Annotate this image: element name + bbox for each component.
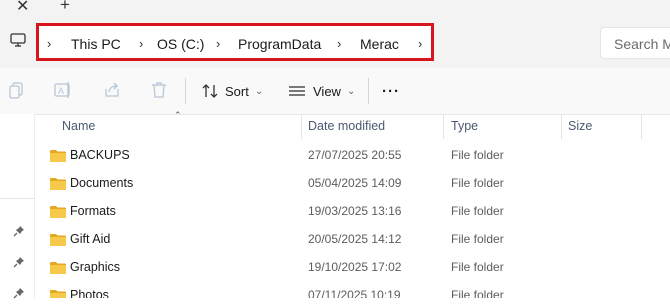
file-row[interactable]: Documents 05/04/2025 14:09 File folder xyxy=(34,170,670,198)
file-row[interactable]: Photos 07/11/2025 10:19 File folder xyxy=(34,282,670,298)
close-tab-button[interactable]: ✕ xyxy=(16,0,29,16)
this-pc-icon[interactable] xyxy=(10,33,26,52)
file-type: File folder xyxy=(451,176,504,190)
chevron-down-icon: ⌄ xyxy=(254,85,264,97)
file-row[interactable]: Gift Aid 20/05/2025 14:12 File folder xyxy=(34,226,670,254)
breadcrumb[interactable]: › This PC › OS (C:) › ProgramData › Mera… xyxy=(36,23,434,61)
chevron-right-icon[interactable]: › xyxy=(216,36,220,51)
address-row: › This PC › OS (C:) › ProgramData › Mera… xyxy=(0,18,670,68)
column-resize-handle[interactable] xyxy=(301,114,302,139)
search-input[interactable]: Search M xyxy=(600,27,670,59)
new-tab-button[interactable]: + xyxy=(60,0,70,15)
chevron-down-icon: ⌄ xyxy=(346,85,356,97)
more-options-button[interactable]: ··· xyxy=(382,78,400,104)
file-name: Photos xyxy=(70,288,109,298)
chevron-right-icon[interactable]: › xyxy=(337,36,341,51)
file-date-modified: 20/05/2025 14:12 xyxy=(308,232,402,246)
folder-icon xyxy=(50,261,66,279)
breadcrumb-this-pc[interactable]: This PC xyxy=(71,36,121,52)
file-name: Graphics xyxy=(70,260,121,274)
rename-icon[interactable]: A xyxy=(54,81,72,104)
view-button[interactable]: View ⌄ xyxy=(288,78,355,104)
delete-icon[interactable] xyxy=(151,81,167,104)
breadcrumb-programdata[interactable]: ProgramData xyxy=(238,36,321,52)
copy-icon[interactable] xyxy=(8,81,26,104)
file-type: File folder xyxy=(451,260,504,274)
navigation-pane xyxy=(0,114,35,299)
breadcrumb-root-chevron-icon[interactable]: › xyxy=(47,36,51,51)
column-resize-handle[interactable] xyxy=(443,114,444,139)
folder-icon xyxy=(50,177,66,195)
file-name: BACKUPS xyxy=(70,148,130,162)
share-icon[interactable] xyxy=(103,81,121,104)
column-header-date-modified[interactable]: Date modified xyxy=(308,119,385,133)
folder-icon xyxy=(50,149,66,167)
pin-icon[interactable] xyxy=(13,255,25,273)
sort-icon xyxy=(201,82,219,100)
file-name: Gift Aid xyxy=(70,232,111,246)
file-type: File folder xyxy=(451,232,504,246)
toolbar-divider xyxy=(185,78,186,104)
column-header-size[interactable]: Size xyxy=(568,119,592,133)
view-label: View xyxy=(313,83,341,99)
folder-icon xyxy=(50,233,66,251)
column-resize-handle[interactable] xyxy=(561,114,562,139)
folder-icon xyxy=(50,289,66,298)
pin-icon[interactable] xyxy=(13,286,25,304)
sort-ascending-icon: ⌃ xyxy=(174,110,182,120)
chevron-right-icon[interactable]: › xyxy=(139,36,143,51)
file-row[interactable]: Formats 19/03/2025 13:16 File folder xyxy=(34,198,670,226)
column-resize-handle[interactable] xyxy=(641,114,642,139)
sort-label: Sort xyxy=(225,83,249,99)
file-type: File folder xyxy=(451,204,504,218)
file-name: Formats xyxy=(70,204,116,218)
file-date-modified: 05/04/2025 14:09 xyxy=(308,176,402,190)
column-header-type[interactable]: Type xyxy=(451,119,478,133)
file-row[interactable]: BACKUPS 27/07/2025 20:55 File folder xyxy=(34,142,670,170)
file-date-modified: 07/11/2025 10:19 xyxy=(308,288,401,298)
file-row[interactable]: Graphics 19/10/2025 17:02 File folder xyxy=(34,254,670,282)
command-bar: A Sort ⌄ View ⌄ ··· xyxy=(0,68,670,115)
file-date-modified: 19/03/2025 13:16 xyxy=(308,204,402,218)
chevron-right-icon[interactable]: › xyxy=(418,36,422,51)
file-date-modified: 27/07/2025 20:55 xyxy=(308,148,402,162)
sort-button[interactable]: Sort ⌄ xyxy=(201,78,263,104)
column-header-name[interactable]: Name xyxy=(62,119,95,133)
tab-strip: ✕ + xyxy=(0,0,670,18)
view-icon xyxy=(288,82,306,100)
toolbar-divider xyxy=(368,78,369,104)
breadcrumb-merac[interactable]: Merac xyxy=(360,36,399,52)
nav-divider xyxy=(0,198,34,199)
breadcrumb-os-c[interactable]: OS (C:) xyxy=(157,36,204,52)
search-placeholder: Search M xyxy=(614,36,670,52)
file-type: File folder xyxy=(451,288,504,298)
file-type: File folder xyxy=(451,148,504,162)
svg-text:A: A xyxy=(58,86,64,96)
column-header-row: ⌃ Name Date modified Type Size xyxy=(34,110,670,139)
pin-icon[interactable] xyxy=(13,224,25,242)
file-date-modified: 19/10/2025 17:02 xyxy=(308,260,402,274)
folder-icon xyxy=(50,205,66,223)
file-name: Documents xyxy=(70,176,134,190)
